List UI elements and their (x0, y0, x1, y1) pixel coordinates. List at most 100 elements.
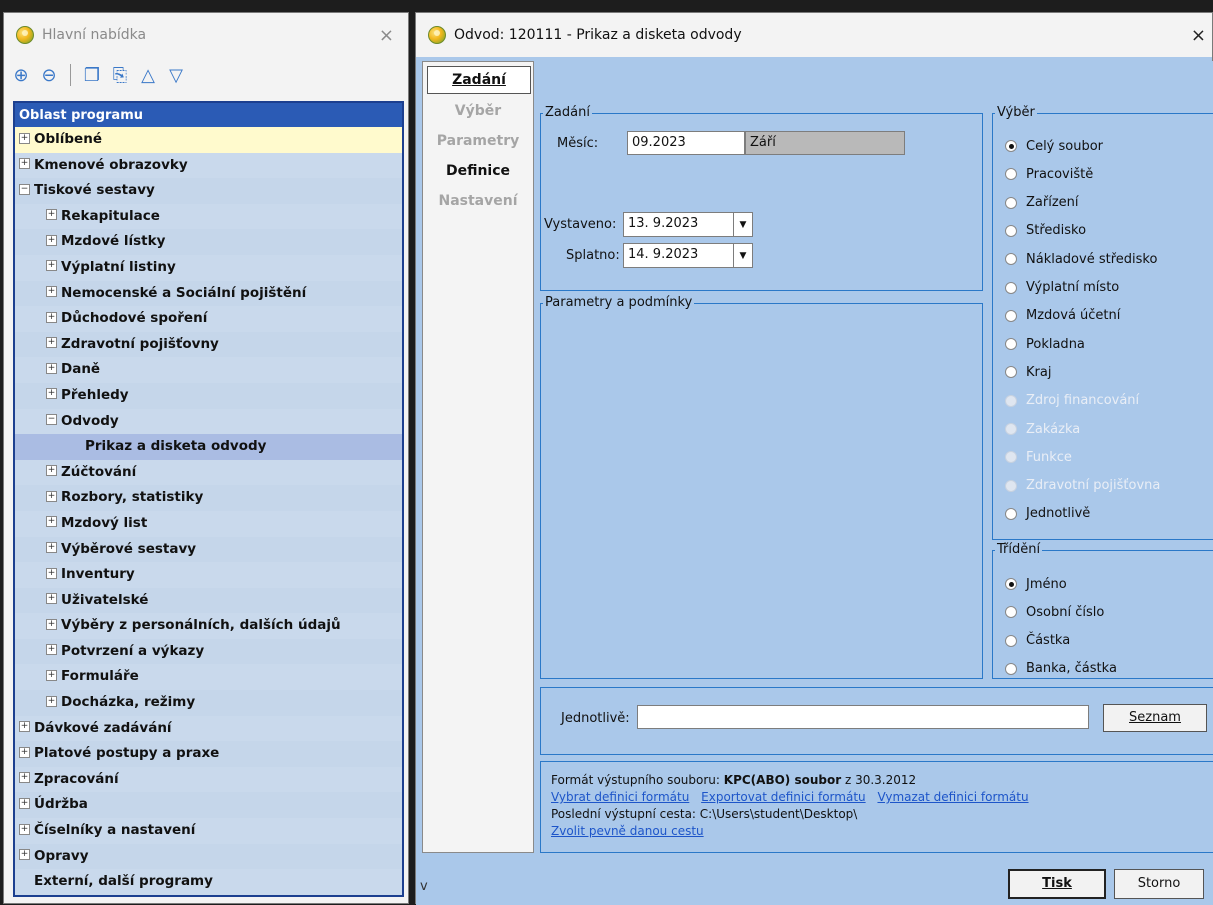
expand-icon[interactable]: + (46, 644, 57, 656)
tree-item[interactable]: + Nemocenské a Sociální pojištění (15, 280, 402, 307)
tree-item[interactable]: + Rekapitulace (15, 204, 402, 230)
radio-button[interactable] (1005, 366, 1017, 379)
radio-option[interactable]: Středisko (1005, 221, 1086, 241)
expand-icon[interactable]: + (19, 721, 30, 733)
tab-vyber[interactable]: Výběr (423, 96, 533, 126)
expand-icon[interactable]: + (46, 362, 57, 374)
expand-icon[interactable]: + (46, 465, 57, 477)
expand-icon[interactable]: + (46, 593, 57, 605)
tree-item[interactable]: Prikaz a disketa odvody (15, 434, 402, 460)
move-down-icon[interactable]: ▽ (165, 65, 187, 86)
expand-icon[interactable]: + (46, 234, 57, 246)
tree-item[interactable]: + Platové postupy a praxe (15, 741, 402, 767)
tree-item[interactable]: + Zpracování (15, 767, 402, 793)
tree-item[interactable]: − Odvody (15, 409, 402, 435)
expand-icon[interactable]: + (46, 542, 57, 553)
tree-item[interactable]: + Uživatelské (15, 587, 402, 614)
expand-icon[interactable]: + (19, 772, 30, 784)
close-icon[interactable]: × (1191, 25, 1206, 46)
tree-item[interactable]: + Výběrové sestavy (15, 536, 402, 563)
tab-zadani[interactable]: Zadání (427, 66, 531, 94)
tree-item[interactable]: + Kmenové obrazovky (15, 153, 402, 179)
add-favorite-icon[interactable]: ❐ (81, 65, 103, 86)
move-up-icon[interactable]: △ (137, 65, 159, 86)
tree-item[interactable]: + Inventury (15, 562, 402, 588)
radio-option[interactable]: Nákladové středisko (1005, 249, 1157, 269)
month-input[interactable]: 09.2023 (627, 131, 745, 155)
export-format-link[interactable]: Exportovat definici formátu (701, 790, 865, 804)
expand-icon[interactable]: + (19, 158, 30, 170)
expand-icon[interactable]: + (19, 797, 30, 809)
radio-option[interactable]: Zařízení (1005, 193, 1079, 213)
expand-icon[interactable]: + (46, 695, 57, 707)
list-button[interactable]: Seznam (1103, 704, 1207, 732)
tree-item[interactable]: + Mzdové lístky (15, 229, 402, 255)
expand-all-icon[interactable]: ⊕ (10, 65, 32, 86)
issued-date-picker[interactable]: 13. 9.2023 ▼ (623, 212, 753, 237)
tree-item[interactable]: + Oblíbené (15, 127, 402, 153)
radio-button[interactable] (1005, 578, 1017, 590)
expand-icon[interactable]: + (46, 618, 57, 630)
radio-button[interactable] (1005, 634, 1017, 647)
tree-item[interactable]: Externí, další programy (15, 869, 402, 895)
radio-option[interactable]: Jméno (1005, 574, 1067, 594)
radio-button[interactable] (1005, 507, 1017, 520)
collapse-icon[interactable]: − (46, 414, 57, 426)
expand-icon[interactable]: + (46, 388, 57, 400)
radio-option[interactable]: Banka, částka (1005, 659, 1117, 679)
tree-item[interactable]: + Rozbory, statistiky (15, 485, 402, 511)
radio-button[interactable] (1005, 168, 1017, 181)
choose-format-link[interactable]: Vybrat definici formátu (551, 790, 689, 804)
expand-icon[interactable]: + (46, 286, 57, 298)
radio-button[interactable] (1005, 140, 1017, 152)
edit-favorite-icon[interactable]: ⎘ (109, 65, 131, 86)
radio-option[interactable]: Celý soubor (1005, 136, 1103, 156)
expand-icon[interactable]: + (19, 823, 30, 835)
cancel-button[interactable]: Storno (1114, 869, 1204, 899)
collapse-icon[interactable]: − (19, 183, 30, 195)
expand-icon[interactable]: + (46, 311, 57, 323)
radio-button[interactable] (1005, 309, 1017, 322)
tree-item[interactable]: + Mzdový list (15, 511, 402, 537)
expand-icon[interactable]: + (46, 490, 57, 502)
print-button[interactable]: Tisk (1008, 869, 1106, 899)
expand-icon[interactable]: + (46, 669, 57, 681)
expand-icon[interactable]: + (46, 260, 57, 272)
tree-item[interactable]: + Formuláře (15, 664, 402, 690)
tree-item[interactable]: + Výběry z personálních, dalších údajů (15, 613, 402, 639)
close-icon[interactable]: × (379, 25, 394, 46)
radio-button[interactable] (1005, 606, 1017, 619)
radio-option[interactable]: Pokladna (1005, 334, 1085, 354)
expand-icon[interactable]: + (19, 746, 30, 758)
chevron-down-icon[interactable]: ▼ (733, 244, 752, 267)
radio-option[interactable]: Částka (1005, 631, 1070, 651)
radio-option[interactable]: Osobní číslo (1005, 602, 1104, 622)
tree-item[interactable]: + Zdravotní pojišťovny (15, 331, 402, 358)
fixed-path-link[interactable]: Zvolit pevně danou cestu (551, 824, 704, 838)
expand-icon[interactable]: + (19, 849, 30, 861)
due-date-picker[interactable]: 14. 9.2023 ▼ (623, 243, 753, 268)
radio-option[interactable]: Mzdová účetní (1005, 306, 1120, 326)
radio-button[interactable] (1005, 281, 1017, 294)
tree-item[interactable]: + Důchodové spoření (15, 306, 402, 332)
tree-item[interactable]: + Zúčtování (15, 460, 402, 486)
expand-icon[interactable]: + (46, 516, 57, 528)
radio-button[interactable] (1005, 662, 1017, 675)
radio-button[interactable] (1005, 253, 1017, 266)
radio-button[interactable] (1005, 224, 1017, 237)
collapse-all-icon[interactable]: ⊖ (38, 65, 60, 86)
tree-item[interactable]: + Daně (15, 357, 402, 383)
tab-definice[interactable]: Definice (423, 156, 533, 186)
expand-icon[interactable]: + (19, 132, 30, 144)
radio-option[interactable]: Jednotlivě (1005, 504, 1090, 524)
tree-item[interactable]: + Výplatní listiny (15, 255, 402, 281)
tree-item[interactable]: + Opravy (15, 843, 402, 870)
tree-item[interactable]: + Dávkové zadávání (15, 716, 402, 742)
expand-icon[interactable]: + (46, 209, 57, 221)
tree-item[interactable]: + Docházka, režimy (15, 690, 402, 716)
tree-item[interactable]: + Potvrzení a výkazy (15, 638, 402, 665)
tree-item[interactable]: − Tiskové sestavy (15, 178, 402, 204)
expand-icon[interactable]: + (46, 567, 57, 579)
radio-option[interactable]: Výplatní místo (1005, 278, 1119, 298)
expand-icon[interactable]: + (46, 337, 57, 349)
